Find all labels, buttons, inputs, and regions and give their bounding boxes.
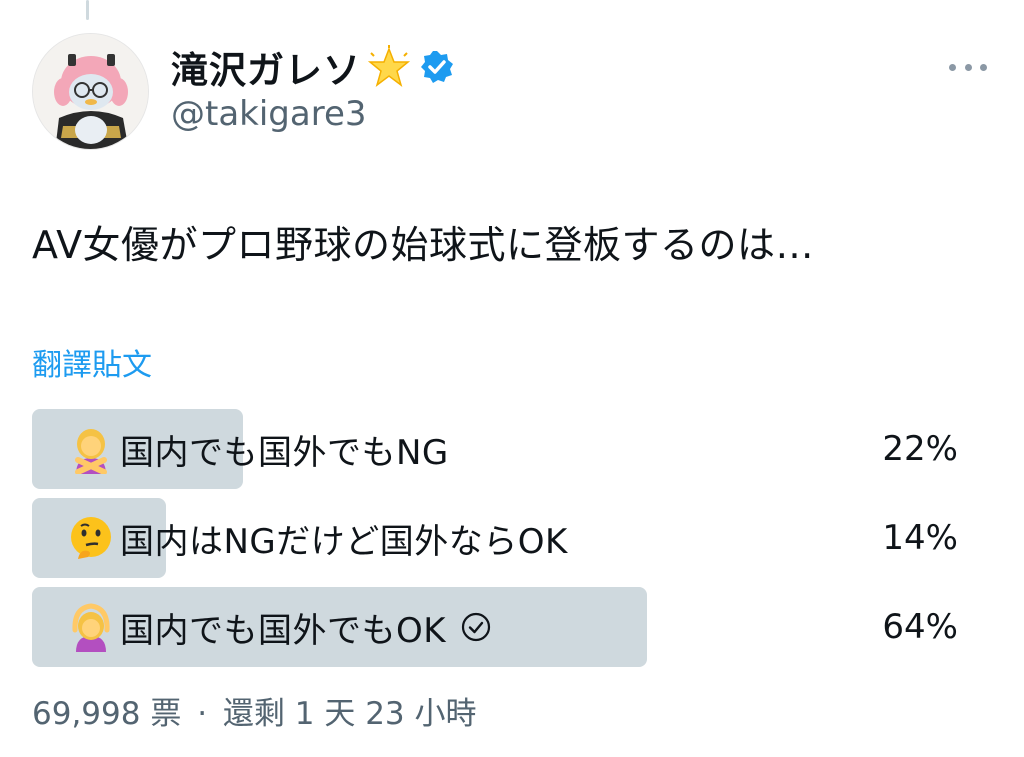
poll-option: 国内でも国外でもOK 64% bbox=[32, 587, 962, 667]
poll-option-percent: 22% bbox=[882, 429, 958, 469]
person-gesturing-no-emoji bbox=[66, 424, 116, 475]
author-display-name[interactable]: 滝沢ガレソ bbox=[171, 40, 361, 94]
tweet-card: 滝沢ガレソ @takigare3 AV女優がプロ野球の始球式に登板するのは… 翻… bbox=[0, 0, 1024, 757]
more-horizontal-icon-dot bbox=[964, 63, 972, 71]
avatar-illustration bbox=[33, 34, 148, 149]
poll-option-label: 国内でも国外でもNG bbox=[120, 432, 449, 473]
more-horizontal-icon-dot bbox=[980, 63, 987, 71]
poll: 国内でも国外でもNG 22% 国内はNGだけど国外ならOK 14% 国内でも国外… bbox=[32, 409, 962, 676]
poll-option-percent: 14% bbox=[882, 518, 958, 558]
thinking-face-emoji bbox=[66, 513, 116, 563]
author-name-row[interactable]: 滝沢ガレソ bbox=[171, 44, 455, 92]
poll-option-label: 国内はNGだけど国外ならOK bbox=[120, 521, 568, 562]
poll-option: 国内でも国外でもNG 22% bbox=[32, 409, 962, 489]
star-icon bbox=[367, 45, 411, 89]
poll-time-remaining: 還剩 1 天 23 小時 bbox=[222, 696, 477, 732]
poll-footer-separator: · bbox=[197, 696, 208, 732]
person-gesturing-ok-emoji bbox=[66, 602, 116, 652]
poll-vote-count: 69,998 票 bbox=[32, 696, 182, 732]
poll-option-label: 国内でも国外でもOK bbox=[120, 610, 447, 651]
poll-footer: 69,998 票 · 還剩 1 天 23 小時 bbox=[32, 688, 477, 733]
more-horizontal-icon bbox=[949, 63, 956, 71]
tweet-text: AV女優がプロ野球の始球式に登板するのは… bbox=[32, 223, 815, 267]
verified-badge-icon[interactable] bbox=[419, 49, 455, 85]
avatar[interactable] bbox=[32, 33, 149, 150]
poll-option: 国内はNGだけど国外ならOK 14% bbox=[32, 498, 962, 578]
translate-post-link[interactable]: 翻譯貼文 bbox=[32, 340, 152, 384]
thread-connector-line bbox=[86, 0, 89, 20]
more-options-button[interactable] bbox=[946, 52, 990, 82]
poll-option-percent: 64% bbox=[882, 607, 958, 647]
author-handle[interactable]: @takigare3 bbox=[171, 94, 367, 134]
check-circle-icon bbox=[460, 611, 492, 643]
